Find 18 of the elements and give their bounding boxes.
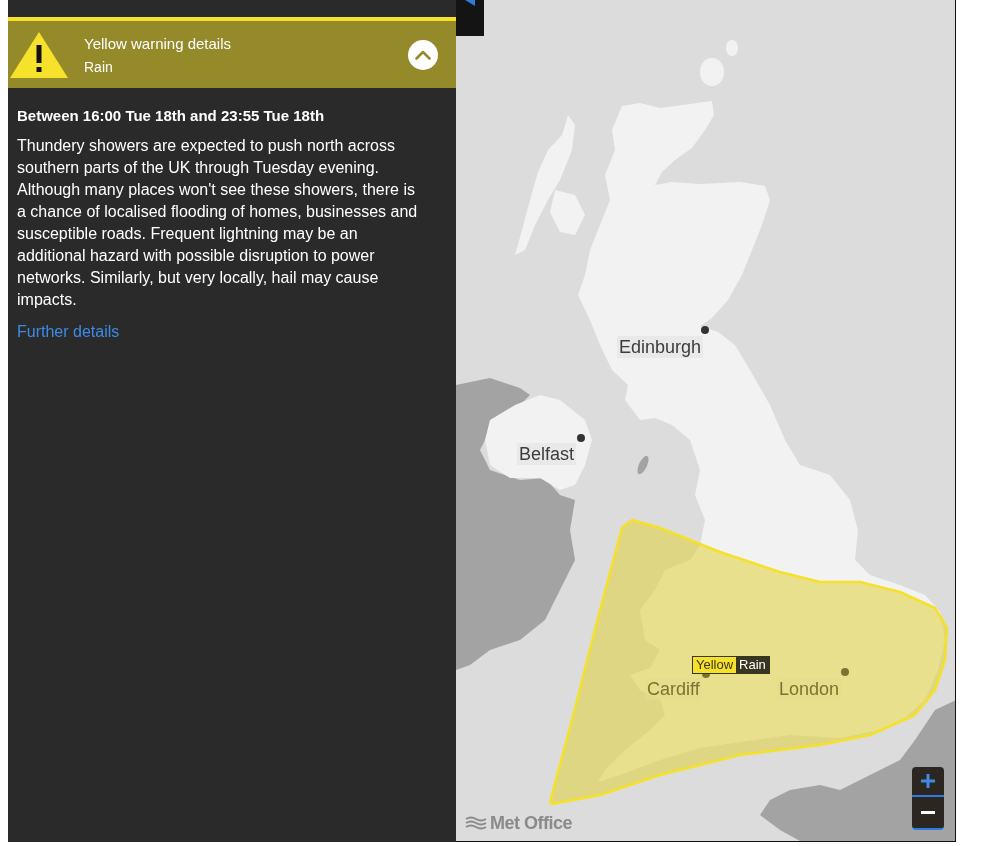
city-label: Belfast	[517, 443, 577, 465]
warning-level-label: Yellow	[693, 657, 737, 673]
warning-period: Between 16:00 Tue 18th and 23:55 Tue 18th	[17, 106, 326, 126]
plus-icon	[921, 774, 935, 788]
chevron-up-icon	[415, 49, 431, 60]
panel-toggle-button[interactable]	[456, 0, 484, 36]
waves-logo-icon	[465, 816, 487, 830]
map[interactable]: Edinburgh Belfast Cardiff London Yellow Rain Met Office	[456, 0, 956, 842]
warning-description: Thundery showers are expected to push north across southern parts of the UK through Tuesday evening. Although many places won't see these showers, there is a chance of localised flooding of homes, businesses and susceptible roads. Frequent lightning may be an additional hazard with possible disruption to power networks. Similarly, but very locally, hail may cause impacts.	[17, 136, 419, 310]
minus-icon	[921, 811, 935, 814]
further-details-link[interactable]: Further details	[17, 321, 120, 343]
triangle-icon	[465, 0, 475, 6]
warning-title: Yellow warning details	[84, 34, 232, 53]
collapse-button[interactable]	[408, 39, 438, 70]
city-label: Edinburgh	[617, 336, 704, 358]
warning-hazard: Rain	[84, 58, 114, 75]
logo-text: Met Office	[490, 813, 572, 833]
warning-hazard-label: Rain	[738, 657, 767, 673]
